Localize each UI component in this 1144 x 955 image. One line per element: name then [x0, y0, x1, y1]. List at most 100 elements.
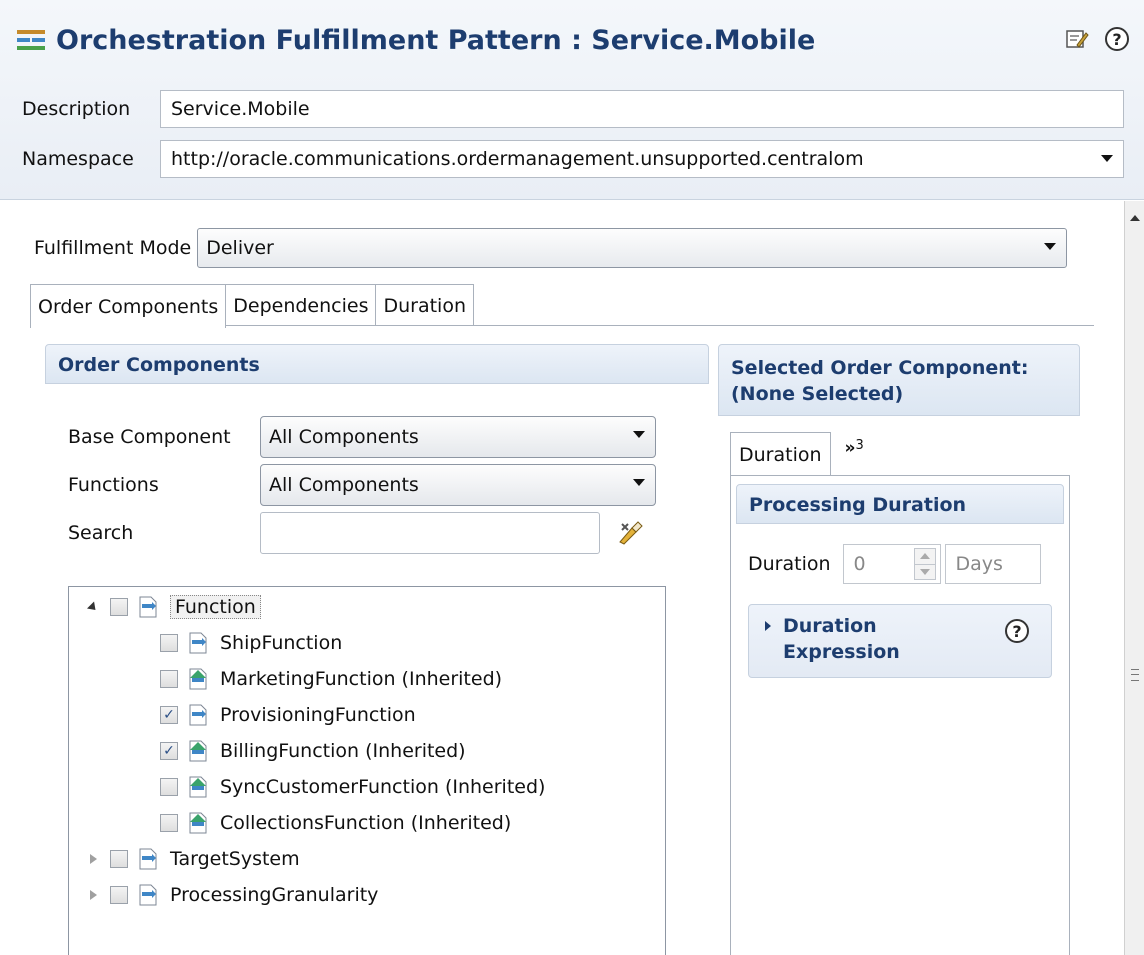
namespace-label: Namespace	[22, 148, 134, 170]
namespace-row: Namespace http://oracle.communications.o…	[22, 140, 1124, 178]
order-components-heading: Order Components	[45, 344, 709, 384]
tree-node-label: ProcessingGranularity	[170, 884, 379, 906]
component-group-icon	[139, 596, 157, 618]
help-icon[interactable]: ?	[1005, 619, 1029, 643]
base-component-value: All Components	[269, 426, 419, 448]
tree-node-child[interactable]: ✓ ProvisioningFunction	[160, 698, 416, 732]
tree-node-function[interactable]: Function	[84, 590, 261, 624]
base-component-select[interactable]: All Components	[260, 416, 656, 458]
search-label: Search	[68, 522, 134, 544]
tree-node-child[interactable]: SyncCustomerFunction (Inherited)	[160, 770, 545, 804]
spin-up-icon[interactable]	[919, 553, 930, 559]
tree-checkbox[interactable]	[160, 670, 178, 688]
tree-checkbox[interactable]	[160, 634, 178, 652]
component-group-icon	[139, 884, 157, 906]
help-glyph: ?	[1105, 27, 1129, 51]
tree-node-child[interactable]: MarketingFunction (Inherited)	[160, 662, 502, 696]
search-row: Search	[68, 512, 646, 554]
duration-expression-label-line2: Expression	[783, 641, 900, 663]
tree-node-label: CollectionsFunction (Inherited)	[220, 812, 512, 834]
duration-expression-label-line1: Duration	[783, 615, 877, 637]
orchestration-pattern-icon	[17, 30, 45, 50]
scroll-up-icon[interactable]	[1130, 215, 1140, 221]
fulfillment-mode-select[interactable]: Deliver	[197, 228, 1068, 268]
expand-toggle-icon[interactable]	[84, 854, 102, 864]
clear-search-icon[interactable]	[616, 520, 646, 546]
tree-node-child[interactable]: CollectionsFunction (Inherited)	[160, 806, 511, 840]
fulfillment-mode-row: Fulfillment Mode Deliver	[34, 228, 1068, 268]
description-label: Description	[22, 98, 131, 120]
header-actions: ?	[1064, 26, 1130, 52]
selected-component-title: Selected Order Component:	[731, 357, 1029, 379]
functions-select[interactable]: All Components	[260, 464, 656, 506]
description-field[interactable]: Service.Mobile	[160, 90, 1124, 128]
scroll-grip-icon[interactable]	[1131, 669, 1139, 681]
editor-tabs: Order Components Dependencies Duration	[30, 284, 474, 328]
tab-dependencies[interactable]: Dependencies	[225, 284, 377, 326]
tree-node-child[interactable]: ShipFunction	[160, 626, 342, 660]
tree-node-label: MarketingFunction (Inherited)	[220, 668, 503, 690]
processing-duration-heading: Processing Duration	[736, 484, 1064, 524]
functions-label: Functions	[68, 474, 159, 496]
expand-toggle-icon[interactable]	[84, 600, 102, 614]
duration-spinner[interactable]: 0	[842, 544, 941, 584]
inherited-component-icon	[189, 740, 207, 762]
duration-expression-toggle[interactable]: Duration Expression	[765, 613, 900, 665]
tree-checkbox[interactable]	[160, 778, 178, 796]
tree-node-processing-granularity[interactable]: ProcessingGranularity	[84, 878, 378, 912]
tree-checkbox-checked[interactable]: ✓	[160, 706, 178, 724]
tree-node-label: ProvisioningFunction	[220, 704, 416, 726]
duration-label: Duration	[748, 553, 831, 575]
tab-order-components[interactable]: Order Components	[30, 284, 227, 328]
more-tabs-button[interactable]: » 3	[831, 432, 864, 476]
duration-value: 0	[853, 553, 866, 575]
inherited-component-icon	[189, 668, 207, 690]
tab-selected-duration[interactable]: Duration	[730, 432, 831, 476]
fulfillment-mode-value: Deliver	[206, 237, 274, 259]
duration-row: Duration 0 Days	[748, 544, 1041, 584]
help-icon[interactable]: ?	[1104, 26, 1130, 52]
tab-duration[interactable]: Duration	[375, 284, 474, 326]
fulfillment-mode-label: Fulfillment Mode	[34, 237, 192, 259]
component-icon	[189, 704, 207, 726]
namespace-combo[interactable]: http://oracle.communications.ordermanage…	[160, 140, 1124, 178]
inherited-component-icon	[189, 812, 207, 834]
more-tabs-count: 3	[855, 438, 864, 453]
duration-unit-select[interactable]: Days	[944, 544, 1041, 584]
tree-node-target-system[interactable]: TargetSystem	[84, 842, 300, 876]
chevron-down-icon	[633, 431, 645, 438]
vertical-scrollbar[interactable]	[1124, 201, 1144, 955]
tree-node-label: ShipFunction	[220, 632, 343, 654]
tree-node-label: BillingFunction (Inherited)	[220, 740, 466, 762]
tree-node-label: SyncCustomerFunction (Inherited)	[220, 776, 546, 798]
tree-checkbox[interactable]	[110, 598, 128, 616]
functions-value: All Components	[269, 474, 419, 496]
expand-toggle-icon[interactable]	[84, 890, 102, 900]
tree-checkbox[interactable]	[160, 814, 178, 832]
spin-down-icon[interactable]	[919, 569, 930, 575]
namespace-value: http://oracle.communications.ordermanage…	[171, 148, 864, 170]
selected-component-status: (None Selected)	[731, 383, 904, 405]
tree-node-child[interactable]: ✓ BillingFunction (Inherited)	[160, 734, 466, 768]
duration-expression-section[interactable]: Duration Expression ?	[748, 604, 1052, 678]
tree-checkbox[interactable]	[110, 850, 128, 868]
editor-header: Orchestration Fulfillment Pattern : Serv…	[0, 0, 1144, 200]
tree-checkbox-checked[interactable]: ✓	[160, 742, 178, 760]
selected-component-heading: Selected Order Component: (None Selected…	[718, 344, 1080, 416]
page-title: Orchestration Fulfillment Pattern : Serv…	[56, 24, 816, 56]
tree-checkbox[interactable]	[110, 886, 128, 904]
tree-node-label: Function	[170, 595, 261, 619]
selected-component-tabs: Duration » 3	[730, 432, 864, 476]
functions-row: Functions All Components	[68, 464, 656, 506]
component-icon	[189, 632, 207, 654]
right-tabs-divider	[730, 475, 1070, 476]
inherited-component-icon	[189, 776, 207, 798]
component-group-icon	[139, 848, 157, 870]
base-component-row: Base Component All Components	[68, 416, 656, 458]
spinner-buttons[interactable]	[913, 548, 936, 580]
edit-properties-icon[interactable]	[1064, 26, 1090, 52]
more-tabs-icon: »	[844, 438, 856, 458]
tree-node-label: TargetSystem	[170, 848, 300, 870]
chevron-down-icon	[633, 479, 645, 486]
search-input[interactable]	[260, 512, 600, 554]
